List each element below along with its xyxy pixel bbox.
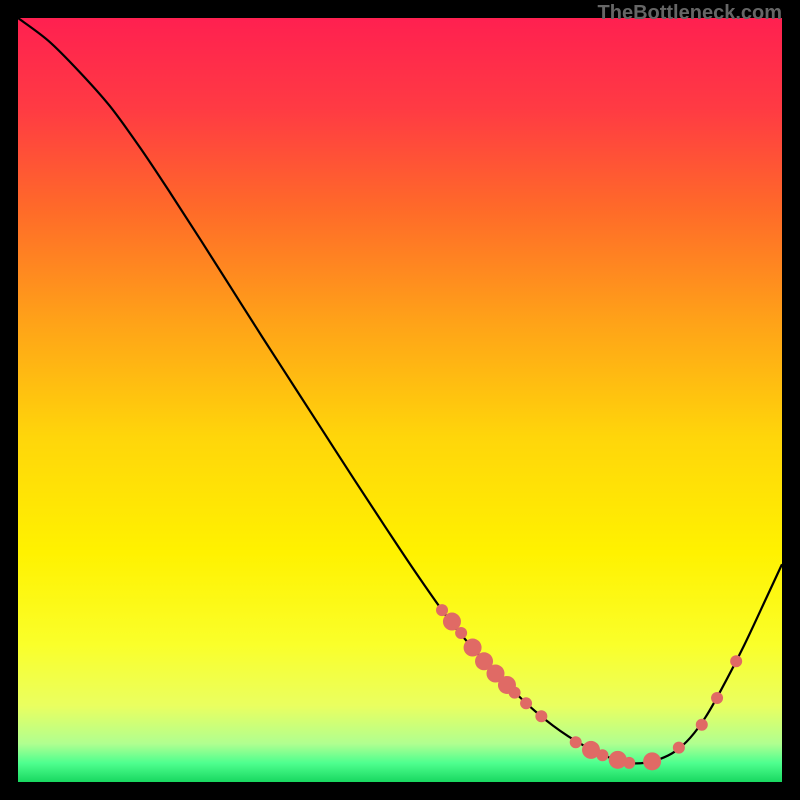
marker-dot bbox=[509, 687, 521, 699]
marker-dot bbox=[643, 752, 661, 770]
marker-dot bbox=[623, 757, 635, 769]
watermark-text: TheBottleneck.com bbox=[598, 2, 782, 25]
marker-dot bbox=[596, 749, 608, 761]
marker-dot bbox=[436, 604, 448, 616]
chart-container: TheBottleneck.com bbox=[0, 0, 800, 800]
marker-dot bbox=[673, 742, 685, 754]
marker-dot bbox=[711, 692, 723, 704]
marker-dot bbox=[535, 710, 547, 722]
chart-svg bbox=[18, 18, 782, 782]
marker-dot bbox=[520, 697, 532, 709]
marker-dot bbox=[730, 655, 742, 667]
marker-dot bbox=[464, 639, 482, 657]
plot-area bbox=[18, 18, 782, 782]
chart-background bbox=[18, 18, 782, 782]
marker-dot bbox=[570, 736, 582, 748]
marker-dot bbox=[696, 719, 708, 731]
marker-dot bbox=[455, 627, 467, 639]
